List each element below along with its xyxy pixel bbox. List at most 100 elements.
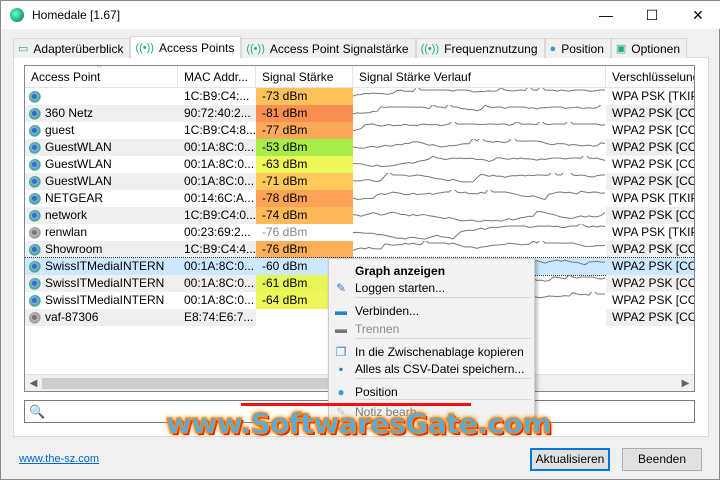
column-header[interactable]: Verschlüsselung: [606, 66, 694, 88]
signal-sparkline: [353, 190, 606, 201]
menu-item-loggen-starten[interactable]: ✎ Loggen starten...: [329, 278, 534, 298]
access-point-name: SwissITMediaINTERN: [45, 293, 165, 307]
antenna-icon: ((•)): [135, 41, 154, 54]
signal-cell: -76 dBm: [262, 225, 308, 239]
access-point-cell: NETGEAR: [25, 190, 178, 207]
tab-access-point-signalstärke[interactable]: ((•)) Access Point Signalstärke: [241, 38, 416, 58]
wifi-globe-icon: [29, 192, 41, 205]
access-point-cell: 360 Netz: [25, 105, 178, 122]
table-row[interactable]: 360 Netz 90:72:40:2... -81 dBm WPA2 PSK …: [25, 105, 694, 122]
maximize-button[interactable]: ☐: [629, 1, 675, 29]
list-header: Access Point ^ MAC Addr... Signal Stärke Sig…: [25, 66, 694, 88]
signal-sparkline: [353, 224, 606, 240]
table-row[interactable]: GuestWLAN 00:1A:8C:0... -53 dBm WPA2 PSK…: [25, 139, 694, 156]
mac-cell: 00:14:6C:A...: [184, 191, 255, 205]
encryption-cell: WPA2 PSK [CCM: [612, 123, 694, 137]
mac-cell: E8:74:E6:7...: [178, 309, 256, 326]
access-point-name: GuestWLAN: [45, 140, 112, 154]
minimize-button[interactable]: —: [583, 1, 629, 29]
signal-history-cell: [353, 241, 606, 258]
wifi-globe-icon: [29, 294, 41, 307]
table-row[interactable]: NETGEAR 00:14:6C:A... -78 dBm WPA PSK [T…: [25, 190, 694, 207]
disconnect-icon: ▬: [335, 322, 347, 336]
tab-adapterüberblick[interactable]: ▭ Adapterüberblick: [13, 38, 131, 58]
tab-frequenznutzung[interactable]: ((•)) Frequenznutzung: [415, 38, 545, 58]
access-point-cell: GuestWLAN: [25, 139, 178, 156]
signal-history-cell: [353, 207, 606, 224]
tab-position[interactable]: ● Position: [544, 38, 611, 58]
close-button[interactable]: ✕: [675, 1, 720, 29]
column-header[interactable]: Signal Stärke Verlauf: [353, 66, 606, 88]
mac-cell: 1C:B9:C4:8...: [184, 123, 256, 137]
table-row[interactable]: GuestWLAN 00:1A:8C:0... -63 dBm WPA2 PSK…: [25, 156, 694, 173]
table-row[interactable]: renwlan 00:23:69:2... -76 dBm WPA PSK [T…: [25, 224, 694, 241]
encryption-cell: WPA2 PSK [CCM: [606, 105, 694, 122]
wifi-globe-icon: [29, 260, 41, 273]
mac-cell: 00:1A:8C:0...: [184, 259, 255, 273]
access-point-cell: SwissITMediaINTERN: [25, 292, 178, 309]
scroll-right-icon[interactable]: ▶: [677, 375, 694, 391]
tab-label: Access Point Signalstärke: [269, 41, 409, 56]
signal-cell: -63 dBm: [256, 156, 353, 173]
app-icon: [10, 8, 24, 22]
table-row[interactable]: network 1C:B9:C4:0... -74 dBm WPA2 PSK […: [25, 207, 694, 224]
signal-cell: -81 dBm: [256, 105, 353, 122]
encryption-cell: WPA2 PSK [CCM: [612, 259, 694, 273]
signal-history-cell: [353, 105, 606, 122]
column-header[interactable]: MAC Addr...: [178, 66, 256, 88]
access-point-cell: [25, 88, 178, 105]
search-icon: 🔍: [29, 404, 46, 419]
access-point-cell: SwissITMediaINTERN: [25, 258, 178, 275]
menu-item-verbinden[interactable]: ▬ Verbinden...: [329, 301, 534, 321]
website-link[interactable]: www.the-sz.com: [19, 453, 99, 465]
access-point-cell: GuestWLAN: [25, 173, 178, 190]
wifi-globe-icon: [29, 90, 41, 103]
signal-history-cell: [353, 88, 606, 105]
access-point-cell: Showroom: [25, 241, 178, 258]
access-point-name: Showroom: [45, 242, 103, 256]
tab-label: Frequenznutzung: [444, 41, 538, 56]
column-header[interactable]: Access Point ^: [25, 66, 178, 88]
tab-bar: ▭ Adapterüberblick ((•)) Access Points ((•))…: [13, 36, 687, 58]
antenna-icon: ((•)): [246, 42, 265, 55]
options-icon: ▣: [615, 43, 627, 55]
signal-sparkline: [353, 173, 605, 183]
access-point-cell: vaf-87306: [25, 309, 178, 326]
menu-item-label: In die Zwischenablage kopieren: [355, 345, 524, 359]
scroll-left-icon[interactable]: ◀: [25, 375, 42, 391]
encryption-cell: WPA2 PSK [CCM: [612, 293, 694, 307]
mac-cell: 00:1A:8C:0...: [178, 139, 256, 156]
tab-access-points[interactable]: ((•)) Access Points: [130, 36, 242, 58]
menu-item-label: Loggen starten...: [355, 281, 446, 295]
menu-item-label: Verbinden...: [355, 304, 420, 318]
access-point-name: GuestWLAN: [45, 157, 112, 171]
table-row[interactable]: 1C:B9:C4:... -73 dBm WPA PSK [TKIP]: [25, 88, 694, 105]
signal-sparkline: [353, 122, 606, 132]
table-row[interactable]: guest 1C:B9:C4:8... -77 dBm WPA2 PSK [CC…: [25, 122, 694, 139]
signal-sparkline: [353, 241, 606, 251]
mac-cell: 00:23:69:2...: [184, 225, 251, 239]
access-point-cell: network: [25, 207, 178, 224]
wifi-globe-icon: [29, 107, 41, 120]
table-row[interactable]: Showroom 1C:B9:C4:4... -76 dBm WPA2 PSK …: [25, 241, 694, 258]
mac-cell: 1C:B9:C4:...: [184, 89, 250, 103]
refresh-button[interactable]: Aktualisieren: [530, 448, 610, 471]
table-row[interactable]: GuestWLAN 00:1A:8C:0... -71 dBm WPA2 PSK…: [25, 173, 694, 190]
watermark: www.SoftwaresGate.com: [165, 407, 552, 441]
menu-item-position[interactable]: ● Position: [329, 382, 534, 402]
wifi-globe-icon: [29, 141, 41, 154]
encryption-cell: WPA2 PSK [CCM: [606, 241, 694, 258]
quit-button[interactable]: Beenden: [622, 448, 702, 471]
adapter-icon: ▭: [18, 43, 29, 55]
scrollbar-thumb[interactable]: [42, 378, 362, 389]
signal-sparkline: [353, 88, 605, 97]
log-icon: ✎: [335, 281, 347, 295]
tab-label: Optionen: [631, 41, 680, 56]
mac-cell: 1C:B9:C4:0...: [178, 207, 256, 224]
menu-item-alles-als-csv-datei-speichern[interactable]: ▪ Alles als CSV-Datei speichern...: [329, 359, 534, 379]
signal-sparkline: [353, 210, 606, 222]
tab-optionen[interactable]: ▣ Optionen: [610, 38, 687, 58]
wifi-globe-icon: [29, 311, 41, 324]
column-header[interactable]: Signal Stärke: [256, 66, 353, 88]
signal-cell: -77 dBm: [256, 122, 353, 139]
